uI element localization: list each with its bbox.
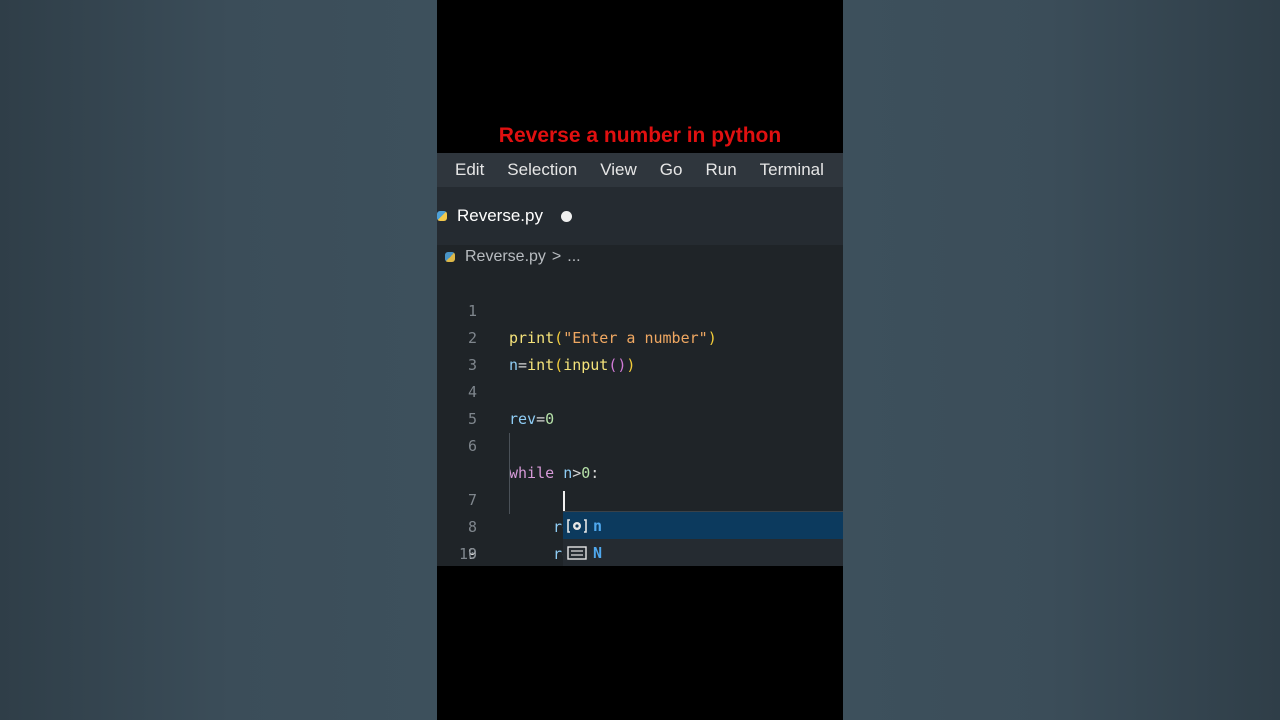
menu-view[interactable]: View	[588, 160, 648, 180]
menu-run[interactable]: Run	[693, 160, 747, 180]
suggestion-item-n[interactable]: n	[563, 512, 843, 539]
code-line: 2 n=int(input())	[437, 298, 843, 374]
breadcrumb-rest[interactable]: ...	[567, 248, 580, 266]
python-file-icon	[437, 211, 447, 221]
tab-reverse-py[interactable]: Reverse.py	[437, 193, 587, 239]
menu-bar: Edit Selection View Go Run Terminal	[437, 153, 843, 187]
code-line: 5	[437, 379, 843, 428]
code-editor-window: Edit Selection View Go Run Terminal Reve…	[437, 153, 843, 566]
tab-label: Reverse.py	[457, 206, 543, 225]
suggestion-label: n	[593, 516, 603, 535]
text-icon	[567, 545, 587, 561]
indent-guide	[509, 487, 510, 514]
suggestion-label: N	[593, 543, 603, 562]
video-title: Reverse a number in python	[498, 124, 782, 147]
code-line: 1 print("Enter a number")	[437, 271, 843, 347]
autocomplete-popup: n N	[563, 511, 843, 566]
indent-guide	[509, 460, 510, 487]
variable-icon	[567, 518, 587, 534]
menu-edit[interactable]: Edit	[437, 160, 495, 180]
code-line: 3	[437, 325, 843, 374]
menu-selection[interactable]: Selection	[495, 160, 588, 180]
unsaved-dot-icon[interactable]	[560, 210, 572, 222]
tab-strip: Reverse.py	[437, 187, 843, 245]
code-line: 8 rev=(rev*10)+rem	[437, 460, 843, 563]
suggestion-item-N[interactable]: N	[563, 539, 843, 566]
menu-terminal[interactable]: Terminal	[748, 160, 835, 180]
code-line: 4 rev=0	[437, 352, 843, 428]
breadcrumb-separator: >	[551, 248, 562, 265]
breadcrumb-file[interactable]: Reverse.py	[465, 248, 546, 266]
breadcrumb: Reverse.py > ...	[437, 245, 843, 269]
menu-go[interactable]: Go	[648, 160, 694, 180]
code-line: 7 rem= n%10	[437, 433, 843, 536]
video-frame: Reverse a number in python Edit Selectio…	[437, 0, 843, 720]
text-cursor	[563, 491, 565, 511]
code-line: 6 while n>0:	[437, 406, 843, 482]
indent-guide	[509, 433, 510, 460]
python-file-icon	[445, 252, 455, 262]
code-line-active: 9 n	[437, 487, 843, 563]
